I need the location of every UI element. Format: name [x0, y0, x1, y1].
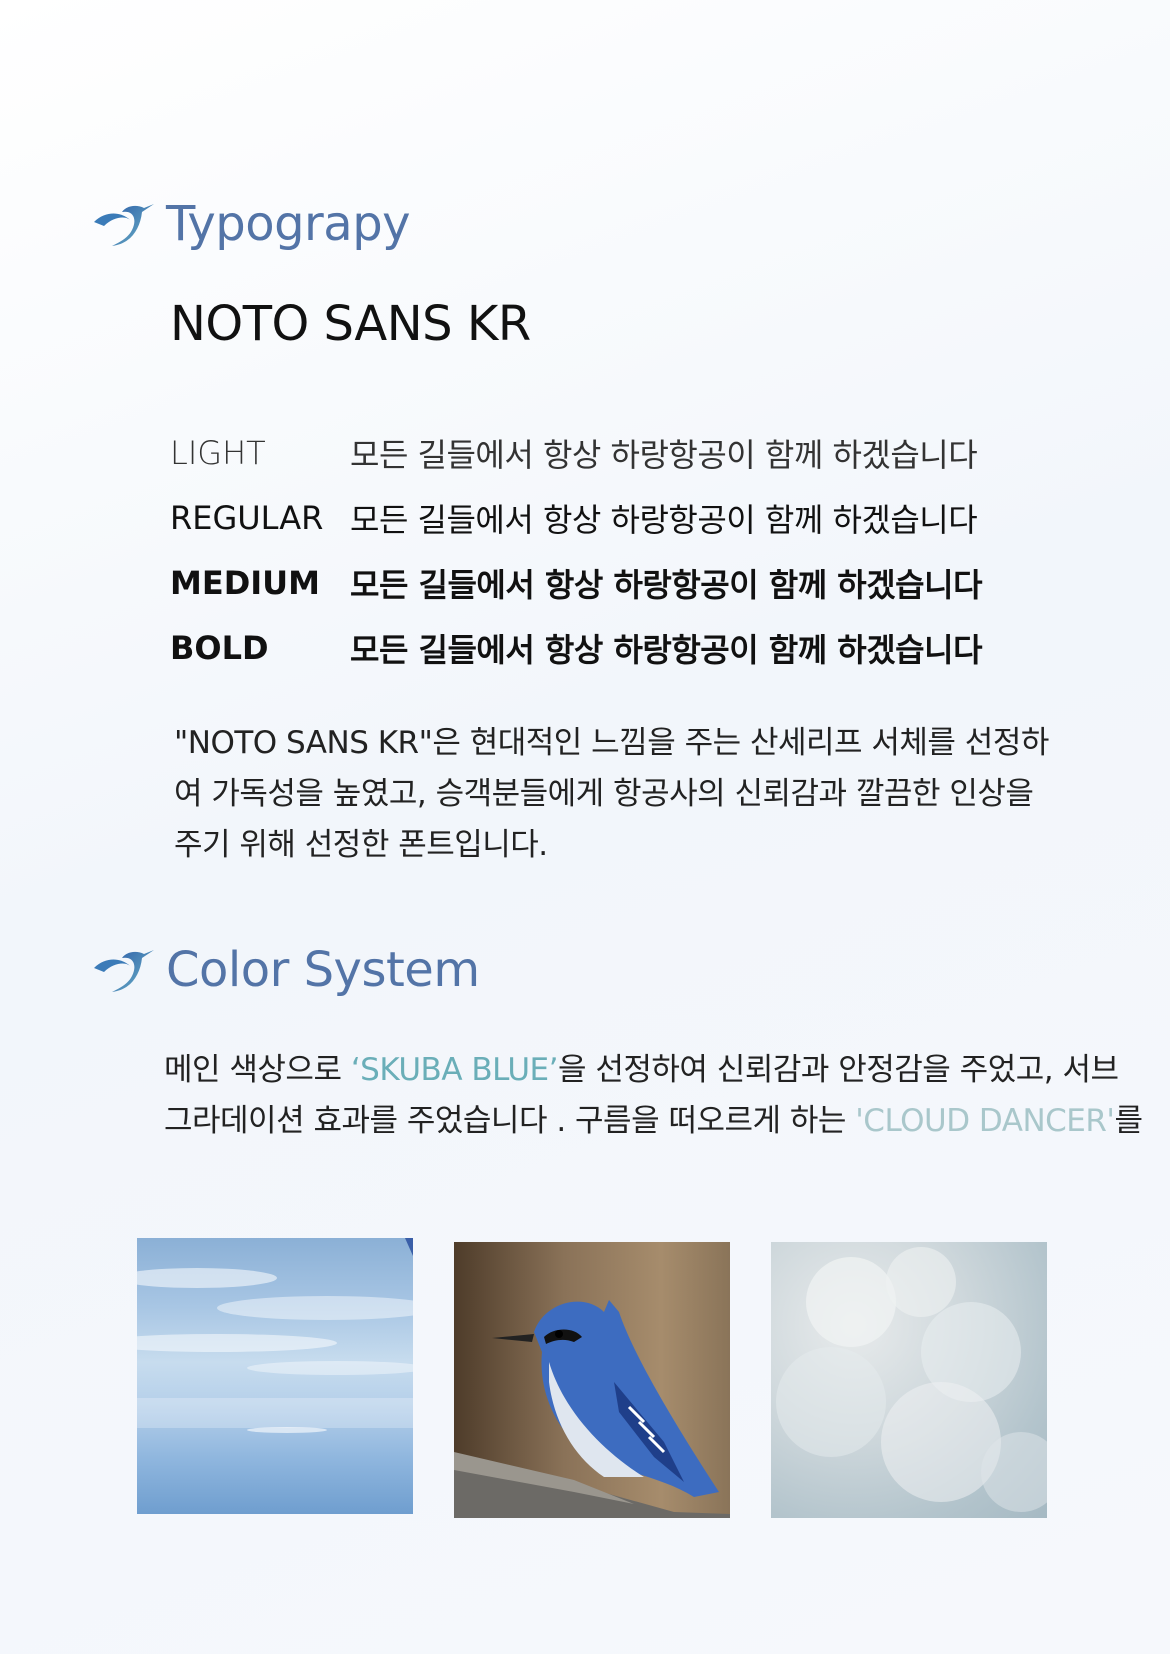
sky-clouds-graphic — [137, 1238, 413, 1433]
weight-row-regular: REGULAR 모든 길들에서 항상 하랑항공이 함께 하겠습니다 — [170, 485, 982, 550]
weight-label: REGULAR — [170, 498, 324, 537]
color-description-line: 그라데이션 효과를 주었습니다 . 구름을 떠오르게 하는 'CLOUD DAN… — [164, 1096, 1170, 1147]
bird-logo-icon — [94, 950, 154, 992]
weight-row-bold: BOLD 모든 길들에서 항상 하랑항공이 함께 하겠습니다 — [170, 615, 983, 680]
description-line: 주기 위해 선정한 폰트입니다. — [174, 827, 548, 863]
text-segment: 메인 색상으로 — [164, 1052, 351, 1088]
font-name: NOTO SANS KR — [170, 296, 531, 352]
cloud-dancer-highlight: 'CLOUD DANCER' — [855, 1103, 1115, 1139]
sky-image — [137, 1238, 413, 1514]
text-segment: 그라데이션 효과를 주었습니다 . 구름을 떠오르게 하는 — [164, 1103, 856, 1139]
weight-label: BOLD — [170, 628, 269, 667]
weight-sample: 모든 길들에서 항상 하랑항공이 함께 하겠습니다 — [350, 565, 983, 604]
blue-jay-graphic — [454, 1300, 730, 1518]
skuba-blue-highlight: ‘SKUBA BLUE’ — [350, 1052, 559, 1088]
bird-logo-icon — [94, 204, 154, 246]
font-description: "NOTO SANS KR"은 현대적인 느낌을 주는 산세리프 서체를 선정하… — [174, 718, 1114, 871]
description-line: "NOTO SANS KR"은 현대적인 느낌을 주는 산세리프 서체를 선정하 — [174, 725, 1049, 761]
text-segment: 을 선정하여 신뢰감과 안정감을 주었고, 서브 — [558, 1052, 1119, 1088]
clouds-image — [771, 1242, 1047, 1518]
color-description-line: 메인 색상으로 ‘SKUBA BLUE’을 선정하여 신뢰감과 안정감을 주었고… — [164, 1045, 1170, 1096]
description-line: 여 가독성을 높였고, 승객분들에게 항공사의 신뢰감과 깔끔한 인상을 — [174, 776, 1034, 812]
weight-sample: 모든 길들에서 항상 하랑항공이 함께 하겠습니다 — [350, 630, 983, 669]
color-system-header: Color System — [92, 942, 480, 998]
weight-sample: 모든 길들에서 항상 하랑항공이 함께 하겠습니다 — [350, 435, 978, 474]
typography-header: Typograpy — [92, 196, 411, 252]
color-description: 메인 색상으로 ‘SKUBA BLUE’을 선정하여 신뢰감과 안정감을 주었고… — [164, 1045, 1170, 1147]
color-system-heading: Color System — [166, 942, 480, 998]
weight-sample: 모든 길들에서 항상 하랑항공이 함께 하겠습니다 — [350, 500, 978, 539]
weight-label: LIGHT — [170, 433, 266, 472]
weight-row-medium: MEDIUM 모든 길들에서 항상 하랑항공이 함께 하겠습니다 — [170, 550, 983, 615]
text-segment: 를 — [1114, 1103, 1143, 1139]
weight-label: MEDIUM — [170, 563, 320, 602]
blue-jay-image — [454, 1242, 730, 1518]
weight-row-light: LIGHT 모든 길들에서 항상 하랑항공이 함께 하겠습니다 — [170, 420, 982, 485]
weight-samples: LIGHT 모든 길들에서 항상 하랑항공이 함께 하겠습니다 REGULAR … — [170, 420, 983, 680]
typography-heading: Typograpy — [166, 196, 411, 252]
clouds-graphic — [776, 1247, 1047, 1512]
